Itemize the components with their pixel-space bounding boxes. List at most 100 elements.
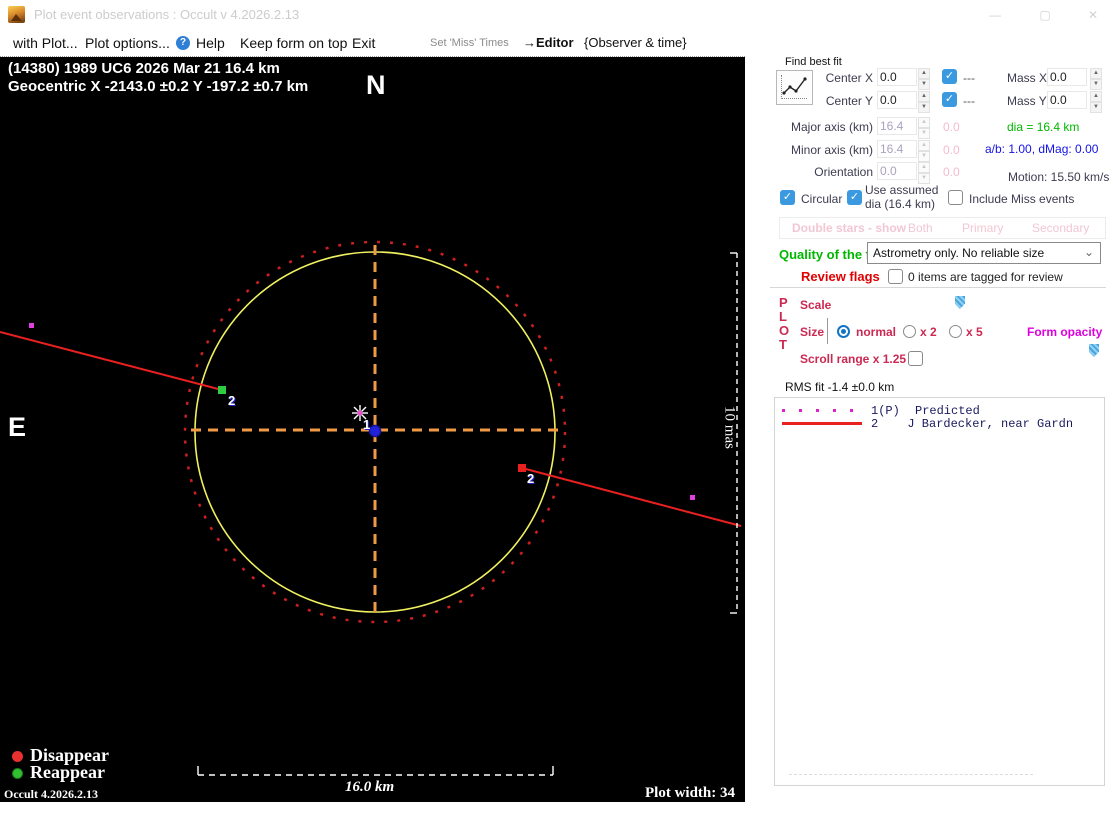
use-assumed-label-line1: Use assumed (865, 183, 939, 197)
ab-dmag-text: a/b: 1.00, dMag: 0.00 (985, 142, 1099, 156)
close-button[interactable]: ✕ (1078, 4, 1108, 26)
observation-number: 2 (871, 417, 879, 431)
review-flags-checkbox[interactable] (888, 269, 903, 284)
double-stars-title: Double stars - show (792, 221, 907, 235)
menu-with-plot[interactable]: with Plot... (13, 35, 78, 51)
minimize-button[interactable]: — (980, 4, 1010, 26)
center-x-checkbox[interactable]: ✓ (942, 69, 957, 84)
km-scale-label: 16.0 km (345, 779, 395, 795)
mass-y-spinner[interactable]: ▲ ▼ (1090, 91, 1102, 113)
disappear-legend-dot (12, 751, 23, 762)
menu-help[interactable]: Help (196, 35, 225, 51)
reappear-legend-label: Reappear (30, 762, 105, 782)
observations-list[interactable]: 1(P) Predicted 2 J Bardecker, near Gardn (774, 397, 1105, 786)
double-stars-primary: Primary (962, 221, 1004, 235)
menu-exit[interactable]: Exit (352, 35, 375, 51)
plot-title-line2: Geocentric X -2143.0 ±0.2 Y -197.2 ±0.7 … (8, 78, 309, 95)
major-axis-alt-value: 0.0 (943, 120, 960, 134)
reappear-marker[interactable] (218, 386, 226, 394)
mass-x-label: Mass X (1007, 71, 1048, 85)
star-number-label: 1 (363, 417, 371, 432)
plot-group-divider (770, 287, 1106, 288)
quality-of-fit-dropdown[interactable]: Astrometry only. No reliable size ⌄ (867, 242, 1101, 264)
mas-scale-label: 10 mas (721, 406, 738, 449)
menu-observer-time[interactable]: {Observer & time} (584, 35, 687, 50)
double-stars-group: Double stars - show Both Primary Seconda… (779, 217, 1106, 239)
minor-axis-label: Minor axis (km) (790, 143, 873, 157)
plot-canvas[interactable]: (14380) 1989 UC6 2026 Mar 21 16.4 km Geo… (0, 57, 745, 814)
include-miss-label: Include Miss events (969, 192, 1075, 206)
chord2-line-sample (782, 422, 862, 425)
size-x5-label: x 5 (966, 325, 983, 339)
circular-checkbox[interactable]: ✓ (780, 190, 795, 205)
scroll-range-label: Scroll range x 1.25 (800, 352, 907, 366)
miss-marker-left (29, 323, 34, 328)
center-x-spinner[interactable]: ▲ ▼ (918, 68, 930, 90)
reappear-number-label: 2 (228, 393, 236, 408)
title-bar: Plot event observations : Occult v 4.202… (0, 0, 1113, 30)
minor-axis-alt-value: 0.0 (943, 143, 960, 157)
scale-label: Scale (800, 298, 832, 312)
size-separator (827, 318, 828, 344)
find-best-fit-button[interactable] (776, 70, 813, 105)
menu-editor[interactable]: →Editor (523, 35, 574, 50)
chevron-down-icon: ⌄ (1083, 245, 1094, 259)
size-label: Size (800, 325, 825, 339)
list-item[interactable]: 2 J Bardecker, near Gardn (775, 417, 1104, 431)
app-icon (8, 6, 25, 23)
mass-x-spinner[interactable]: ▲ ▼ (1090, 68, 1102, 90)
quality-of-fit-value: Astrometry only. No reliable size (873, 246, 1045, 260)
size-normal-radio[interactable] (837, 325, 850, 338)
reappear-legend-dot (12, 768, 23, 779)
include-miss-checkbox[interactable] (948, 190, 963, 205)
major-axis-spinner: ▲ ▼ (918, 117, 930, 139)
disappear-marker[interactable] (518, 464, 526, 472)
list-item[interactable]: 1(P) Predicted (775, 404, 1104, 418)
quality-of-fit-label: Quality of the fit (779, 247, 878, 262)
plot-group-vertical-label: PLOT (779, 295, 790, 352)
km-scale-bracket (197, 766, 554, 776)
form-opacity-label: Form opacity (1027, 325, 1103, 339)
scale-slider-thumb[interactable] (955, 296, 965, 309)
menu-set-miss-times[interactable]: Set 'Miss' Times (430, 37, 509, 49)
plot-graphics (0, 240, 742, 776)
chord1-line-sample (782, 409, 862, 412)
center-y-dash: --- (963, 94, 975, 108)
center-y-input[interactable]: 0.0 (877, 91, 917, 109)
size-x5-radio[interactable] (949, 325, 962, 338)
center-marker (368, 424, 382, 438)
scroll-range-checkbox[interactable] (908, 351, 923, 366)
miss-marker-right (690, 495, 695, 500)
observation-name: Predicted (915, 404, 980, 418)
version-label: Occult 4.2026.2.13 (4, 787, 98, 801)
disappear-number-label: 2 (527, 471, 535, 486)
center-y-checkbox[interactable]: ✓ (942, 92, 957, 107)
mass-y-input[interactable]: 0.0 (1047, 91, 1087, 109)
maximize-button[interactable]: ▢ (1030, 4, 1060, 26)
orientation-input: 0.0 (877, 162, 917, 180)
center-x-input[interactable]: 0.0 (877, 68, 917, 86)
use-assumed-label-line2: dia (16.4 km) (865, 197, 936, 211)
size-x2-radio[interactable] (903, 325, 916, 338)
observation-number: 1(P) (871, 404, 900, 418)
menu-keep-form-on-top[interactable]: Keep form on top (240, 35, 347, 51)
circular-label: Circular (801, 192, 843, 206)
orientation-spinner: ▲ ▼ (918, 162, 930, 184)
find-best-fit-label: Find best fit (785, 56, 842, 68)
control-panel: Find best fit Center X 0.0 ▲ ▼ ✓ --- Mass… (745, 50, 1113, 814)
observation-name: J Bardecker, near Gardn (893, 417, 1074, 431)
double-stars-secondary: Secondary (1032, 221, 1090, 235)
window-title: Plot event observations : Occult v 4.202… (34, 7, 300, 22)
orientation-label: Orientation (814, 165, 873, 179)
review-flags-text: 0 items are tagged for review (908, 270, 1063, 284)
best-fit-chart-icon (781, 75, 807, 99)
menu-plot-options[interactable]: Plot options... (85, 35, 170, 51)
rms-fit-text: RMS fit -1.4 ±0.0 km (785, 380, 895, 394)
center-y-spinner[interactable]: ▲ ▼ (918, 91, 930, 113)
application-window: Plot event observations : Occult v 4.202… (0, 0, 1113, 814)
form-opacity-slider-thumb[interactable] (1089, 344, 1099, 357)
mass-x-input[interactable]: 0.0 (1047, 68, 1087, 86)
major-axis-label: Major axis (km) (790, 120, 873, 134)
use-assumed-checkbox[interactable]: ✓ (847, 190, 862, 205)
center-x-label: Center X (825, 71, 873, 85)
